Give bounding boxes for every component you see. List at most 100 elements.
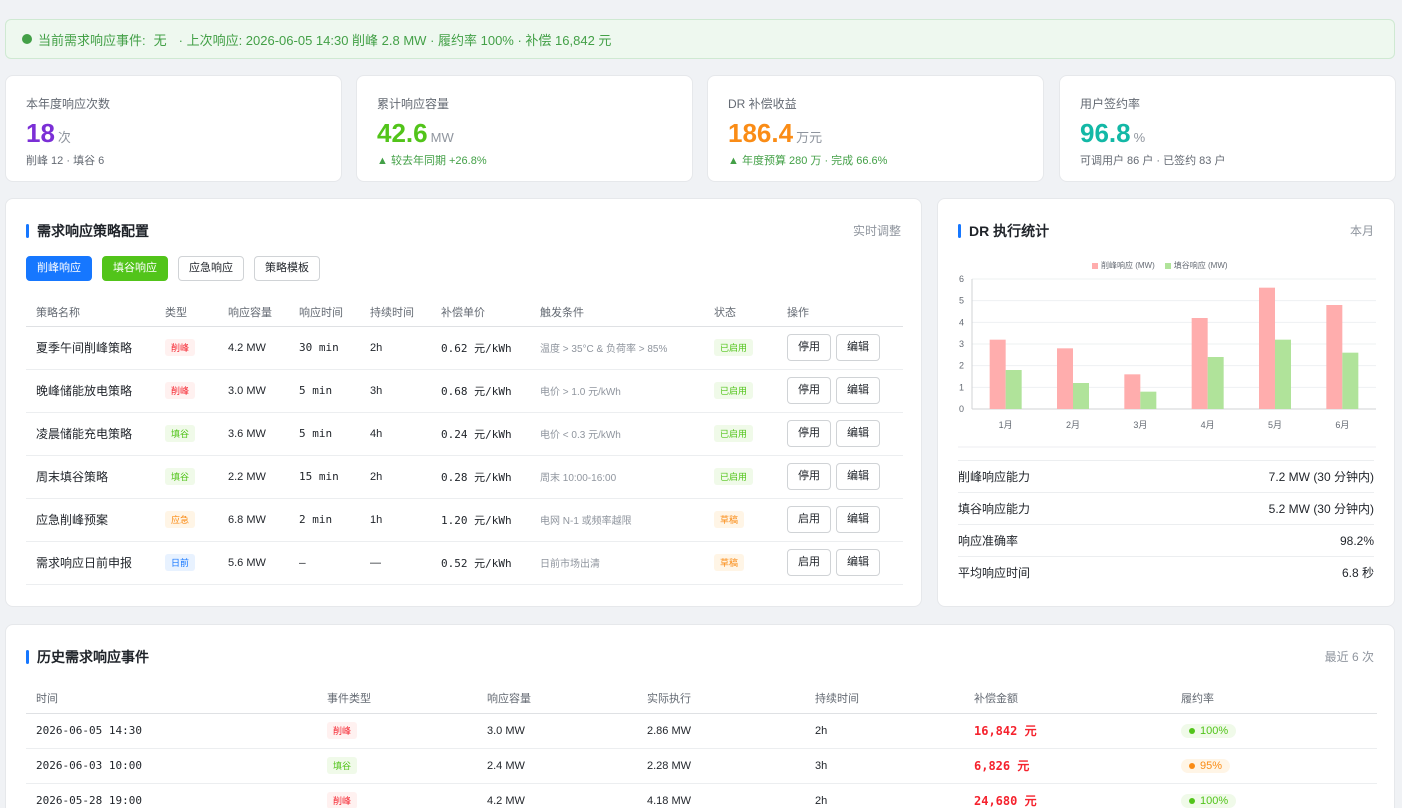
type-badge: 填谷 — [165, 468, 196, 485]
status-badge: 草稿 — [714, 554, 745, 571]
x-tick-label: 4月 — [1201, 420, 1215, 430]
bar-valley — [1140, 391, 1157, 409]
kpi-card-capacity: 累计响应容量 42.6 MW ▲ 较去年同期 +26.8% — [356, 75, 693, 182]
kpi-title: 用户签约率 — [1080, 97, 1141, 111]
stat-row: 填谷响应能力 5.2 MW (30 分钟内) — [958, 492, 1374, 524]
disable-button[interactable]: 停用 — [787, 463, 831, 490]
status-badge: 已启用 — [714, 468, 754, 485]
recent-count: 最近 6 次 — [1324, 650, 1374, 664]
legend-item: 填谷响应 (MW) — [1164, 260, 1228, 271]
table-header: 策略名称 类型 响应容量 响应时间 持续时间 补偿单价 触发条件 状态 操作 — [26, 298, 903, 327]
period-selector[interactable]: 本月 — [1350, 222, 1374, 239]
stat-row: 响应准确率 98.2% — [958, 524, 1374, 556]
bar-peak — [1259, 287, 1275, 409]
kpi-sub: ▲ 年度预算 280 万 · 完成 66.6% — [728, 155, 888, 167]
y-tick-label: 5 — [959, 296, 964, 306]
kpi-unit: 次 — [57, 130, 71, 145]
table-row: 2026-06-05 14:30 削峰 3.0 MW 2.86 MW 2h 16… — [26, 713, 1377, 749]
type-badge: 削峰 — [327, 792, 358, 808]
banner-last-event: · 上次响应: 2026-06-05 14:30 削峰 2.8 MW · 履约率… — [178, 32, 612, 48]
kpi-title: 本年度响应次数 — [26, 97, 111, 111]
history-table: 时间 事件类型 响应容量 实际执行 持续时间 补偿金额 履约率 2026-06-… — [26, 683, 1377, 808]
enable-button[interactable]: 启用 — [787, 549, 831, 576]
status-dot-icon — [22, 34, 32, 44]
type-badge: 削峰 — [165, 382, 196, 399]
edit-button[interactable]: 编辑 — [836, 549, 880, 576]
edit-button[interactable]: 编辑 — [836, 334, 880, 361]
strategy-table: 策略名称 类型 响应容量 响应时间 持续时间 补偿单价 触发条件 状态 操作 夏… — [26, 298, 903, 585]
kpi-title: DR 补偿收益 — [728, 97, 797, 111]
strategy-config-card: 需求响应策略配置 实时调整 削峰响应 填谷响应 应急响应 策略模板 策略名称 类… — [5, 198, 922, 607]
banner-label: 当前需求响应事件: — [38, 32, 146, 48]
table-row: 夏季午间削峰策略 削峰 4.2 MW 30 min 2h 0.62 元/kWh … — [26, 326, 903, 370]
section-title: 需求响应策略配置 — [26, 221, 149, 241]
status-badge: 草稿 — [714, 511, 745, 528]
kpi-card-response-count: 本年度响应次数 18 次 削峰 12 · 填谷 6 — [5, 75, 342, 182]
x-tick-label: 3月 — [1133, 420, 1147, 430]
y-tick-label: 4 — [959, 317, 964, 327]
edit-button[interactable]: 编辑 — [836, 377, 880, 404]
bar-valley — [1342, 352, 1359, 409]
banner-value: 无 — [153, 32, 167, 48]
kpi-unit: % — [1133, 130, 1146, 145]
tab-valley-filling[interactable]: 填谷响应 — [102, 256, 168, 281]
bar-peak — [1191, 318, 1208, 409]
x-tick-label: 1月 — [999, 420, 1013, 430]
bar-valley — [1275, 339, 1291, 409]
edit-button[interactable]: 编辑 — [836, 463, 880, 490]
type-badge: 填谷 — [165, 425, 196, 442]
kpi-unit: 万元 — [796, 130, 823, 145]
type-badge: 削峰 — [327, 722, 358, 739]
bar-peak — [1124, 374, 1141, 409]
enable-button[interactable]: 启用 — [787, 506, 831, 533]
kpi-sub: ▲ 较去年同期 +26.8% — [377, 155, 487, 167]
table-row: 周末填谷策略 填谷 2.2 MW 15 min 2h 0.28 元/kWh 周末… — [26, 455, 903, 499]
y-tick-label: 1 — [959, 382, 964, 392]
table-row: 2026-06-03 10:00 填谷 2.4 MW 2.28 MW 3h 6,… — [26, 748, 1377, 784]
history-events-card: 历史需求响应事件 最近 6 次 时间 事件类型 响应容量 实际执行 持续时间 补… — [5, 624, 1395, 808]
kpi-value: 42.6 — [377, 118, 428, 148]
dr-stats-card: DR 执行统计 本月 削峰响应 (MW) 填谷响应 (MW) 0 1 2 3 4 5 6 1月… — [937, 198, 1395, 607]
kpi-card-signing-rate: 用户签约率 96.8% 可调用户 86 户 · 已签约 83 户 — [1059, 75, 1396, 182]
kpi-sub: 削峰 12 · 填谷 6 — [26, 155, 105, 167]
table-header: 时间 事件类型 响应容量 实际执行 持续时间 补偿金额 履约率 — [26, 683, 1377, 714]
kpi-value: 18 — [26, 118, 55, 148]
edit-button[interactable]: 编辑 — [836, 506, 880, 533]
disable-button[interactable]: 停用 — [787, 334, 831, 361]
fulfillment-badge: 100% — [1181, 723, 1237, 738]
kpi-value: 96.8 — [1080, 118, 1131, 148]
tab-peak-shaving[interactable]: 削峰响应 — [26, 256, 92, 281]
type-badge: 应急 — [165, 511, 196, 528]
kpi-card-revenue: DR 补偿收益 186.4 万元 ▲ 年度预算 280 万 · 完成 66.6% — [707, 75, 1044, 182]
disable-button[interactable]: 停用 — [787, 420, 831, 447]
bar-peak — [1057, 348, 1073, 409]
type-badge: 日前 — [165, 554, 196, 571]
stat-row: 平均响应时间 6.8 秒 — [958, 556, 1374, 588]
table-row: 2026-05-28 19:00 削峰 4.2 MW 4.18 MW 2h 24… — [26, 783, 1377, 808]
bar-valley — [1005, 370, 1022, 409]
fulfillment-badge: 100% — [1181, 793, 1237, 808]
kpi-unit: MW — [430, 130, 454, 145]
x-tick-label: 6月 — [1335, 420, 1349, 430]
status-badge: 已启用 — [714, 382, 754, 399]
tab-emergency[interactable]: 应急响应 — [178, 256, 244, 281]
x-tick-label: 2月 — [1066, 420, 1080, 430]
table-row: 凌晨储能充电策略 填谷 3.6 MW 5 min 4h 0.24 元/kWh 电… — [26, 412, 903, 456]
table-row: 应急削峰预案 应急 6.8 MW 2 min 1h 1.20 元/kWh 电网 … — [26, 498, 903, 542]
status-banner: 当前需求响应事件: 无 · 上次响应: 2026-06-05 14:30 削峰 … — [5, 19, 1395, 59]
bar-peak — [1326, 305, 1343, 409]
table-row: 需求响应日前申报 日前 5.6 MW — — 0.52 元/kWh 日前市场出清… — [26, 541, 903, 585]
bar-peak — [989, 339, 1006, 409]
status-badge: 已启用 — [714, 339, 754, 356]
type-badge: 削峰 — [165, 339, 196, 356]
tab-templates[interactable]: 策略模板 — [254, 256, 320, 281]
section-title: 历史需求响应事件 — [26, 647, 149, 667]
disable-button[interactable]: 停用 — [787, 377, 831, 404]
bar-valley — [1073, 383, 1089, 409]
edit-button[interactable]: 编辑 — [836, 420, 880, 447]
table-row: 晚峰储能放电策略 削峰 3.0 MW 5 min 3h 0.68 元/kWh 电… — [26, 369, 903, 413]
bar-valley — [1207, 357, 1224, 409]
y-tick-label: 6 — [959, 274, 964, 284]
y-tick-label: 2 — [959, 361, 964, 371]
realtime-adjust-link[interactable]: 实时调整 — [853, 222, 901, 239]
